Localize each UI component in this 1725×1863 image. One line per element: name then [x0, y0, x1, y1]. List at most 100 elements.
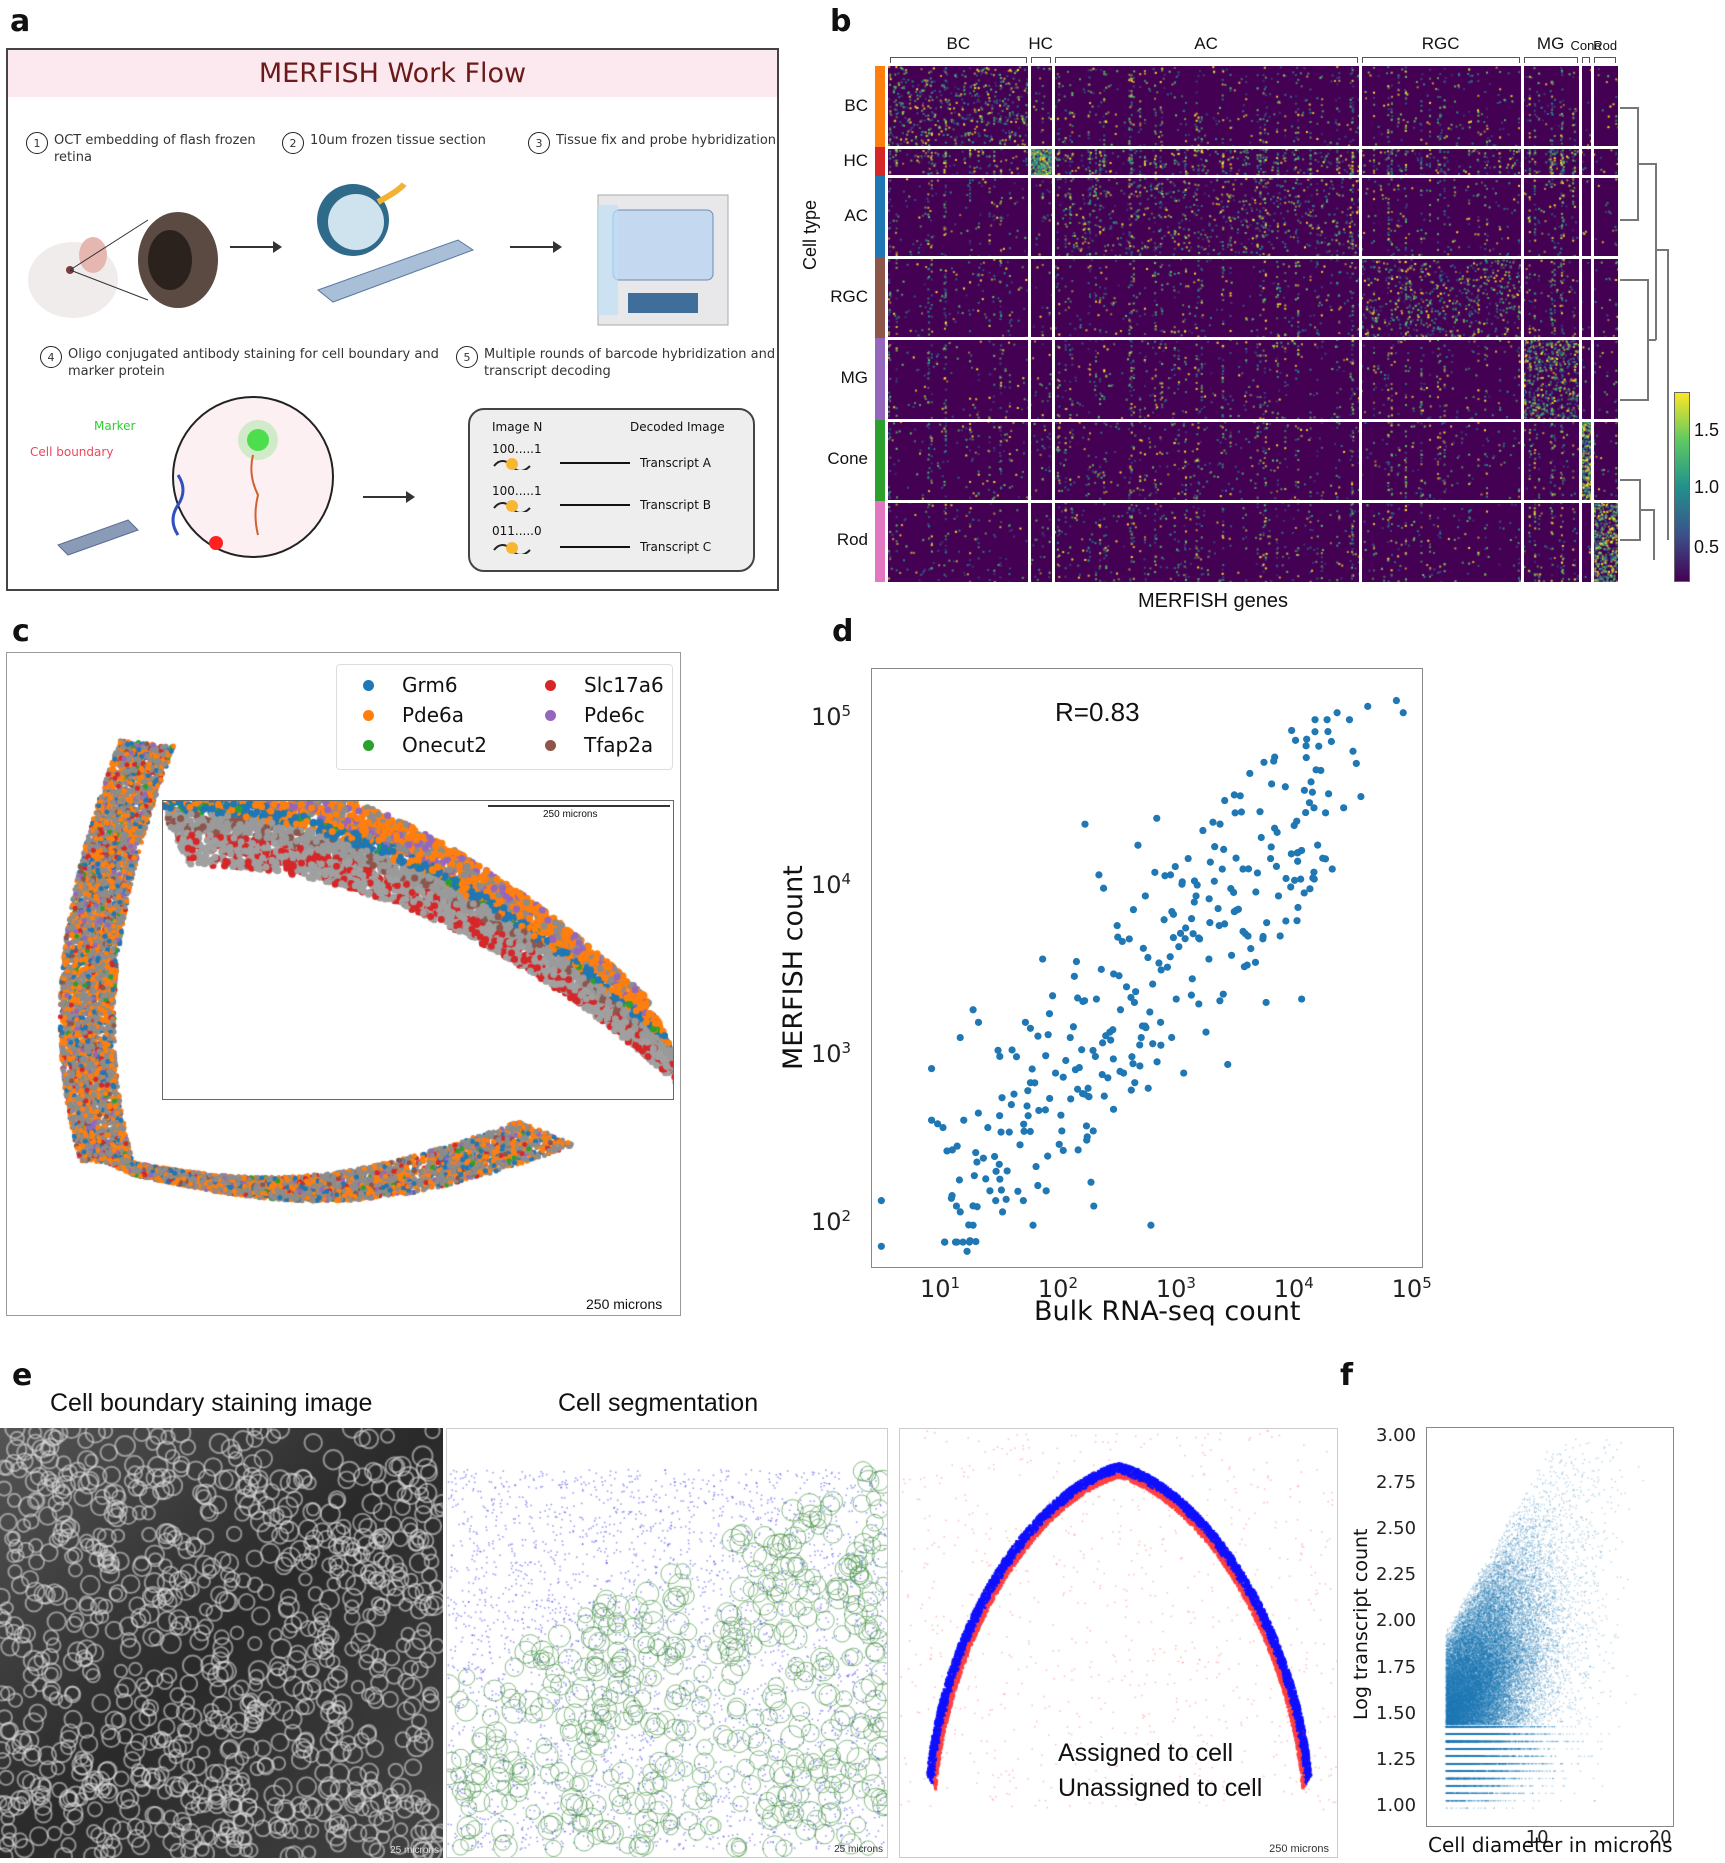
scatter-point — [1302, 742, 1310, 750]
scatter-point — [995, 1160, 1003, 1168]
scatter-point — [998, 1208, 1007, 1216]
scatter-point — [1319, 854, 1327, 862]
cell-type-color-bar — [875, 338, 885, 420]
scatter-point — [1224, 1060, 1232, 1069]
scatter-point — [1260, 758, 1268, 766]
legend-label: Pde6c — [584, 703, 645, 727]
scatter-point — [1129, 906, 1137, 914]
workflow-step-4: 4 Oligo conjugated antibody staining for… — [40, 346, 460, 380]
step-text: 10um frozen tissue section — [310, 133, 486, 148]
column-group-bracket — [1523, 57, 1578, 63]
scatter-point — [1144, 953, 1152, 962]
cell-type-color-bar — [875, 66, 885, 148]
row-label: Cone — [827, 449, 868, 469]
scatter-point — [1291, 876, 1299, 884]
legend-item: Tfap2a — [545, 733, 653, 757]
scatter-point — [1171, 862, 1179, 871]
row-label: AC — [844, 205, 868, 225]
scatter-point — [982, 1175, 990, 1183]
scatter-point — [1218, 865, 1226, 873]
scatter-point — [1294, 903, 1302, 912]
f-xlabel: Cell diameter in microns — [1428, 1833, 1673, 1857]
scatter-point — [979, 1154, 987, 1162]
scatter-point — [1192, 892, 1200, 900]
colorbar — [1674, 392, 1690, 582]
column-group-bracket — [1054, 57, 1358, 63]
scatter-point — [1240, 963, 1248, 971]
column-group-label: AC — [1194, 34, 1218, 53]
legend-label: Pde6a — [402, 703, 465, 727]
scatter-point — [1161, 872, 1169, 880]
scatter-point — [1137, 1033, 1145, 1042]
scatter-point — [986, 1187, 994, 1195]
probe-icon — [492, 540, 532, 556]
legend-dot-icon — [363, 739, 374, 751]
scatter-point — [1074, 994, 1082, 1002]
legend-assigned: Assigned to cell — [1058, 1739, 1234, 1767]
scatter-point — [1244, 865, 1253, 873]
heatmap-row-divider — [888, 175, 1618, 179]
scatter-point — [1274, 892, 1283, 900]
scatter-point — [1016, 1141, 1024, 1149]
scatter-point — [1116, 1067, 1124, 1076]
scatter-point — [1237, 808, 1246, 816]
scatter-point — [1051, 1069, 1060, 1077]
scatter-point — [1144, 1084, 1152, 1092]
scatter-point — [1127, 1086, 1135, 1094]
scatter-point — [1300, 786, 1308, 794]
scatter-point — [1113, 922, 1121, 930]
scatter-point — [1019, 1197, 1027, 1205]
scatter-point — [1176, 929, 1185, 937]
scatter-point — [943, 1147, 951, 1155]
scatter-point — [1109, 1105, 1118, 1113]
scatter-point — [1251, 958, 1260, 966]
column-group-bracket — [1594, 57, 1616, 63]
step-text: OCT embedding of flash frozen retina — [54, 133, 256, 165]
scatter-point — [1097, 965, 1105, 973]
scatter-point — [1168, 1033, 1176, 1042]
heatmap-row-divider — [888, 337, 1618, 341]
legend-label: Onecut2 — [402, 733, 487, 757]
column-group-bracket — [890, 57, 1027, 63]
scatter-point — [1082, 1122, 1091, 1130]
scatter-point — [1209, 818, 1217, 826]
scatter-point — [1219, 990, 1227, 998]
step-number: 5 — [456, 346, 478, 368]
scatter-point — [1178, 880, 1186, 888]
scatter-point — [939, 1123, 947, 1132]
correlation-annotation: R=0.83 — [1055, 697, 1140, 727]
scatter-point — [1070, 972, 1078, 980]
scatter-point — [1195, 934, 1203, 942]
legend-dot-icon — [545, 739, 556, 751]
scatter-point — [1151, 868, 1159, 876]
scatter-point — [1180, 1069, 1188, 1077]
decode-col-image: Image N — [492, 420, 543, 434]
scatter-point — [1003, 1167, 1011, 1175]
scatter-point — [1041, 1106, 1050, 1114]
scatter-point — [1115, 972, 1123, 980]
x-tick-label: 105 — [1391, 1274, 1432, 1303]
scatter-point — [1141, 892, 1149, 900]
scatter-point — [1399, 709, 1407, 717]
e-title-segmentation: Cell segmentation — [558, 1389, 759, 1417]
heatmap-column-divider — [1051, 66, 1055, 582]
scatter-point — [970, 1172, 978, 1180]
scale-bar — [488, 805, 670, 807]
scatter-point — [1193, 881, 1201, 889]
scatter-point — [1098, 1039, 1107, 1047]
scatter-point — [965, 1221, 973, 1229]
scatter-point — [1099, 884, 1108, 892]
scatter-point — [1147, 1221, 1155, 1229]
scatter-point — [1364, 702, 1372, 710]
transcript-assignment-image: Assigned to cell Unassigned to cell 250 … — [899, 1428, 1338, 1858]
legend-dot-icon — [363, 679, 374, 691]
scatter-point — [1187, 915, 1196, 923]
y-tick-label: 2.00 — [1376, 1610, 1417, 1632]
panel-label-a: a — [10, 4, 31, 39]
scatter-point — [1293, 917, 1301, 925]
scatter-point — [959, 1238, 967, 1246]
scatter-point — [1247, 945, 1255, 953]
scatter-point — [969, 1202, 977, 1210]
scatter-point — [877, 1197, 885, 1205]
panel-label-d: d — [832, 614, 854, 649]
